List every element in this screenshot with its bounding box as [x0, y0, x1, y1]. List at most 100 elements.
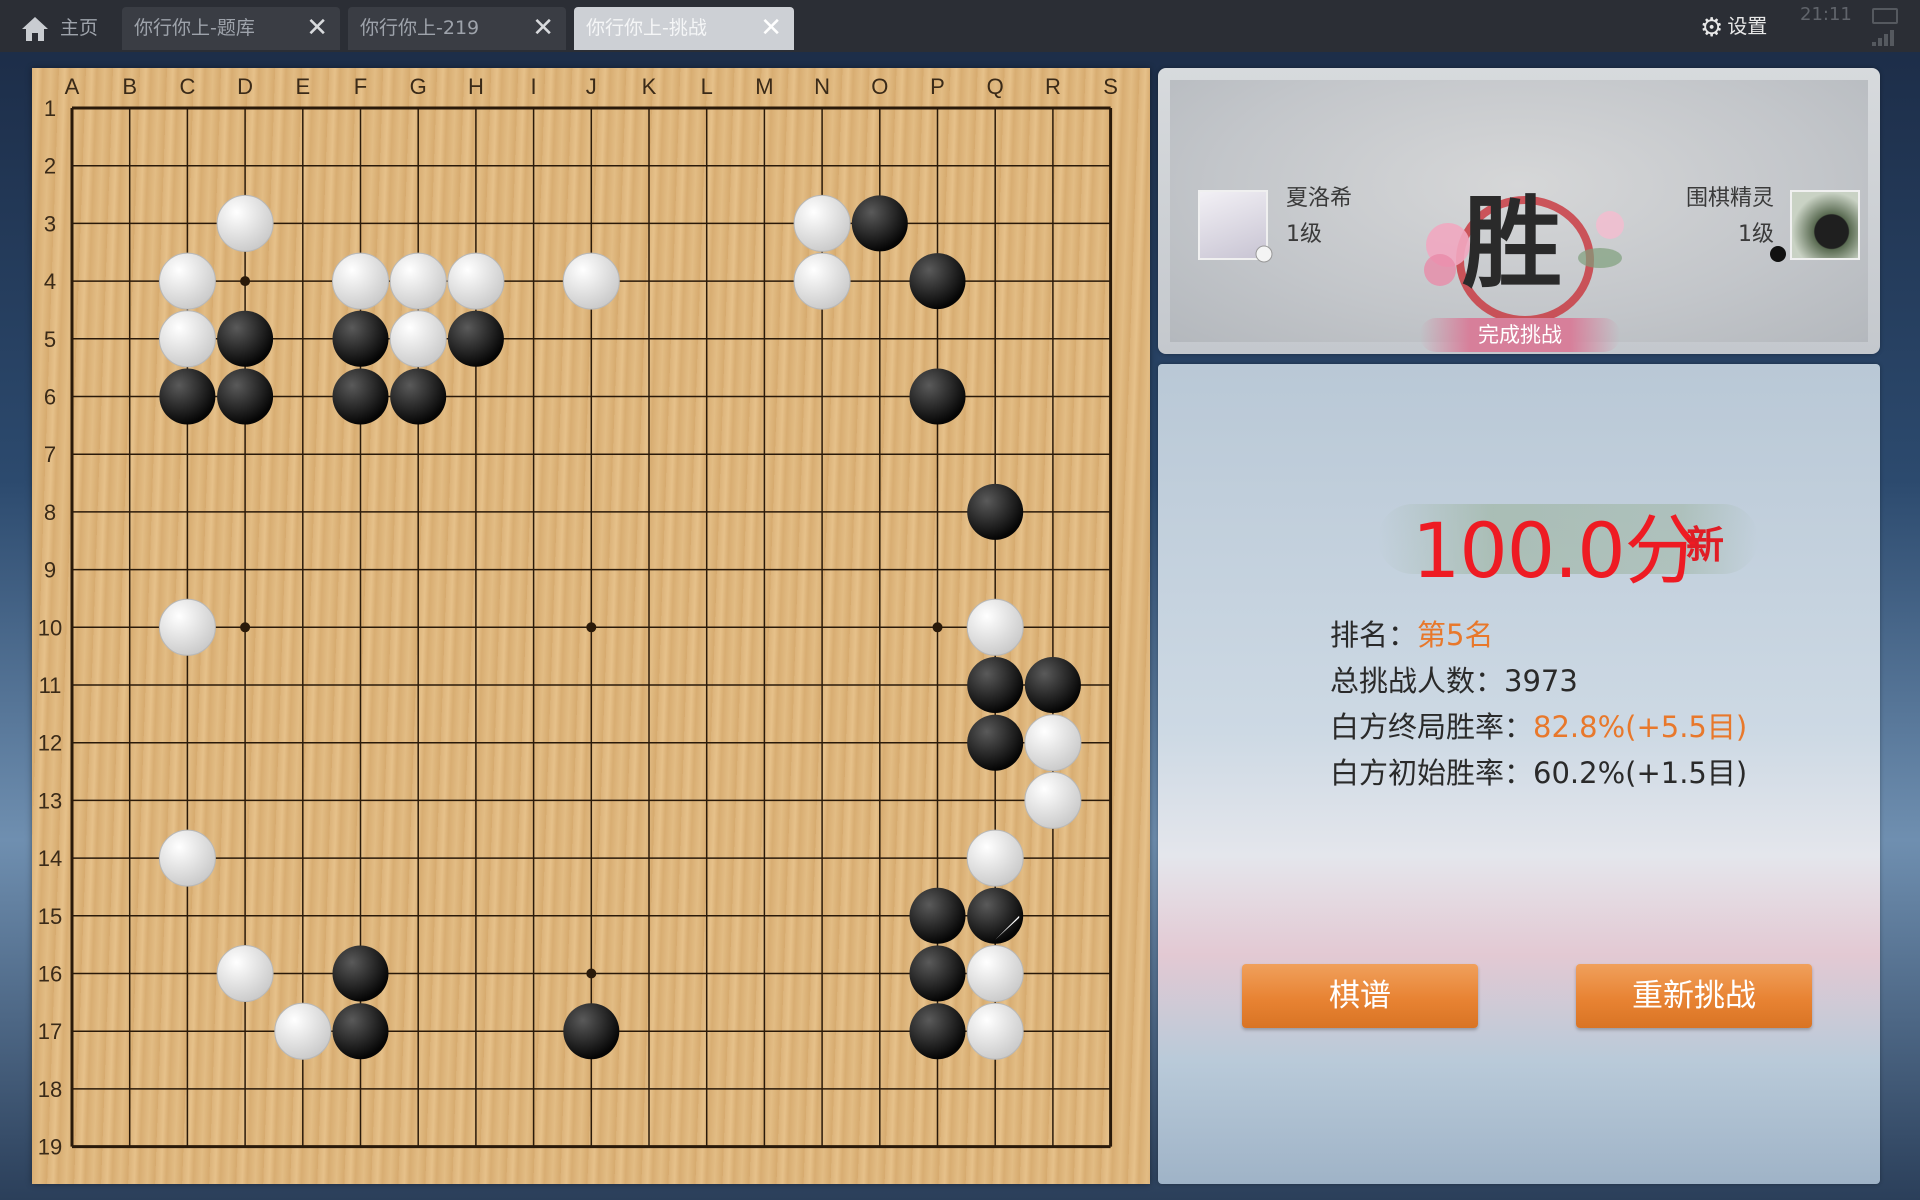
column-label: M — [755, 74, 773, 99]
column-label: L — [701, 74, 713, 99]
stat-rank-value: 第5名 — [1417, 618, 1494, 652]
stat-total-label: 总挑战人数： — [1330, 664, 1505, 698]
row-label: 13 — [38, 788, 62, 813]
row-label: 10 — [38, 615, 62, 640]
white-stone — [1024, 771, 1082, 829]
stat-rank: 排名：第5名 — [1330, 612, 1493, 654]
black-stone — [332, 368, 389, 425]
player-level-left: 1级 — [1286, 222, 1322, 247]
stats-panel: 100.0分 新 排名：第5名 总挑战人数：3973 白方终局胜率：82.8%(… — [1158, 364, 1880, 1184]
white-stone — [389, 310, 447, 368]
black-stone — [1024, 657, 1081, 713]
close-tab-icon[interactable]: ✕ — [532, 7, 554, 50]
result-panel: 夏洛希 1级 胜 完成挑战 围棋精灵 1级 — [1158, 68, 1880, 354]
star-point — [932, 622, 943, 633]
black-stone — [909, 945, 966, 1002]
column-label: O — [871, 74, 888, 99]
black-stone — [909, 253, 966, 310]
star-point — [586, 622, 597, 633]
black-stone — [851, 195, 908, 252]
close-tab-icon[interactable]: ✕ — [306, 7, 328, 50]
close-tab-icon[interactable]: ✕ — [760, 7, 782, 50]
column-label: E — [295, 74, 310, 99]
row-label: 9 — [44, 558, 56, 583]
row-label: 4 — [44, 269, 56, 294]
white-stone — [793, 194, 851, 252]
board-canvas[interactable]: A B C D E F G H I J K L M N O P Q R S123456789101112131415… — [32, 68, 1150, 1184]
black-stone — [967, 483, 1024, 540]
stat-final-winrate: 白方终局胜率：82.8%(+5.5目) — [1330, 704, 1747, 746]
tab-label: 你行你上-挑战 — [586, 17, 707, 39]
star-point — [240, 622, 251, 633]
black-stone — [390, 368, 447, 425]
stat-initial-value: 60.2%(+1.5目) — [1533, 756, 1748, 790]
row-label: 16 — [38, 962, 62, 987]
star-point — [240, 276, 251, 287]
go-board[interactable]: A B C D E F G H I J K L M N O P Q R S 1 2 3 4 5 6 7 8 9 10 11 12 13 14 15… — [32, 68, 1150, 1184]
black-stone — [909, 368, 966, 425]
row-label: 6 — [44, 385, 56, 410]
black-stone — [332, 1003, 389, 1060]
row-label: 12 — [38, 731, 62, 756]
stat-final-label: 白方终局胜率： — [1330, 710, 1534, 744]
settings-button[interactable]: ⚙ 设置 — [1700, 10, 1768, 43]
stat-total: 总挑战人数：3973 — [1330, 658, 1578, 700]
row-label: 3 — [44, 211, 56, 236]
clock: 21:11 — [1800, 4, 1852, 25]
white-stone-icon — [1255, 245, 1273, 263]
player-name-left: 夏洛希 — [1286, 186, 1353, 211]
black-stone — [217, 368, 274, 425]
star-point — [586, 968, 597, 979]
column-label: H — [468, 74, 484, 99]
white-stone — [966, 598, 1024, 656]
black-stone — [447, 310, 504, 367]
white-stone — [1024, 714, 1082, 772]
white-stone — [966, 945, 1024, 1002]
white-stone — [966, 1002, 1024, 1060]
win-character: 胜 — [1462, 184, 1562, 302]
black-stone — [159, 368, 216, 425]
gear-icon: ⚙ — [1700, 12, 1724, 43]
column-label: J — [586, 74, 597, 99]
player-name-right: 围棋精灵 — [1685, 186, 1774, 211]
result-card: 夏洛希 1级 胜 完成挑战 围棋精灵 1级 — [1170, 80, 1868, 352]
white-stone — [447, 252, 505, 310]
tab-question-bank[interactable]: 你行你上-题库 ✕ — [122, 7, 340, 50]
white-stone — [158, 829, 216, 887]
black-stone — [332, 945, 389, 1002]
tab-219[interactable]: 你行你上-219 ✕ — [348, 7, 566, 50]
tab-challenge[interactable]: 你行你上-挑战 ✕ — [574, 7, 794, 50]
home-icon — [22, 17, 48, 41]
black-stone — [909, 887, 966, 944]
white-stone — [158, 252, 216, 310]
battery-icon — [1872, 8, 1898, 24]
black-stone — [909, 1003, 966, 1060]
player-avatar-right — [1790, 190, 1860, 260]
settings-label: 设置 — [1727, 14, 1768, 38]
stat-rank-label: 排名： — [1330, 618, 1418, 652]
retry-challenge-button[interactable]: 重新挑战 — [1576, 964, 1812, 1028]
white-stone — [793, 252, 851, 310]
score-value: 100.0分 — [1412, 506, 1701, 595]
row-label: 1 — [44, 96, 56, 121]
row-label: 7 — [44, 442, 56, 467]
black-stone — [332, 310, 389, 367]
tab-home[interactable]: 主页 — [0, 7, 112, 50]
white-stone — [562, 252, 620, 310]
stat-initial-winrate: 白方初始胜率：60.2%(+1.5目) — [1330, 750, 1747, 792]
white-stone — [966, 829, 1024, 887]
tab-label: 你行你上-题库 — [134, 17, 255, 39]
column-label: Q — [987, 74, 1004, 99]
row-label: 18 — [38, 1077, 62, 1102]
game-record-button[interactable]: 棋谱 — [1242, 964, 1478, 1028]
new-record-badge: 新 — [1686, 523, 1725, 567]
stat-total-value: 3973 — [1504, 664, 1578, 698]
challenge-complete-label: 完成挑战 — [1478, 323, 1562, 347]
white-stone — [332, 252, 389, 310]
column-label: I — [531, 74, 537, 99]
row-label: 14 — [38, 846, 62, 871]
column-label: C — [179, 74, 195, 99]
row-label: 11 — [39, 673, 62, 698]
title-bar: 主页 你行你上-题库 ✕ 你行你上-219 ✕ 你行你上-挑战 ✕ ⚙ 设置 21… — [0, 0, 1920, 52]
white-stone — [158, 598, 216, 656]
